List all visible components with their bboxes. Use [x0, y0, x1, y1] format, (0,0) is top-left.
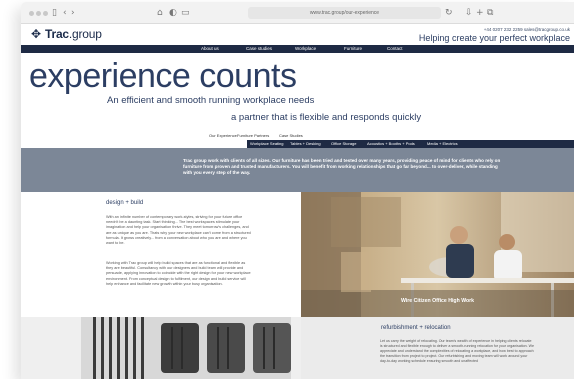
header-tagline: Helping create your perfect workplace	[418, 33, 570, 43]
site-logo[interactable]: Trac.group	[45, 27, 102, 41]
nav-workplace[interactable]: Workplace	[295, 46, 316, 52]
new-tab-icon[interactable]: +	[476, 7, 484, 19]
zoom-window-button[interactable]	[43, 11, 48, 16]
subnav-case-studies[interactable]: Case Studies	[279, 133, 303, 139]
close-window-button[interactable]	[29, 11, 34, 16]
browser-window: ▯ ‹ › ⌂ ◐ ▭ www.trac.group/our-experienc…	[21, 2, 574, 379]
hero-subtitle-1: An efficient and smooth running workplac…	[107, 95, 315, 106]
intro-band: Trac group work with clients of all size…	[21, 148, 574, 192]
refurbishment-heading: refurbishment + relocation	[381, 325, 451, 331]
design-build-section: design + build With an infinite number o…	[21, 192, 301, 317]
forward-icon[interactable]: ›	[71, 7, 75, 19]
shield-icon[interactable]: ◐	[169, 7, 177, 19]
site-header: ✥ Trac.group +44 0207 232 2259 sales@tra…	[21, 24, 574, 44]
subnav-workplace-seating[interactable]: Workplace Seating	[250, 141, 284, 147]
refresh-icon[interactable]: ↻	[445, 7, 453, 19]
browser-toolbar: ▯ ‹ › ⌂ ◐ ▭ www.trac.group/our-experienc…	[21, 2, 574, 24]
intro-text: Trac group work with clients of all size…	[183, 158, 501, 175]
nav-about-us[interactable]: About us	[201, 46, 219, 52]
subnav-acoustics-booths-pods[interactable]: Acoustics + Booths + Pods	[367, 141, 415, 147]
nav-case-studies[interactable]: Case studies	[246, 46, 272, 52]
chairs-photo-image	[21, 317, 301, 379]
main-nav: About us Case studies Workplace Furnitur…	[21, 45, 574, 53]
nav-contact[interactable]: Contact	[387, 46, 403, 52]
sidebar-icon[interactable]: ▯	[52, 7, 57, 19]
chairs-photo	[21, 317, 301, 379]
home-icon[interactable]: ⌂	[157, 7, 163, 19]
page-title: experience counts	[29, 57, 297, 95]
hero-subtitle-2: a partner that is flexible and responds …	[231, 112, 422, 123]
subnav-our-experience[interactable]: Our Experience	[209, 133, 237, 139]
logo-word: Trac	[45, 27, 69, 41]
subnav-furniture-partners[interactable]: Furniture Partners	[237, 133, 269, 139]
subnav-media-electrics[interactable]: Media + Electrics	[427, 141, 458, 147]
design-build-paragraph-1: With an infinite number of contemporary …	[106, 215, 251, 246]
photo-caption: Wire Citizen Office High Work	[401, 298, 475, 304]
design-build-heading: design + build	[106, 200, 144, 206]
design-build-paragraph-2: Working with Trac group will help build …	[106, 261, 251, 286]
refurbishment-paragraph: Let us carry the weight of relocating. O…	[380, 339, 534, 363]
back-icon[interactable]: ‹	[63, 7, 67, 19]
subnav-tables-desking[interactable]: Tables + Desking	[290, 141, 321, 147]
minimize-window-button[interactable]	[36, 11, 41, 16]
contact-info[interactable]: +44 0207 232 2259 sales@tracgroup.co.uk	[484, 27, 570, 32]
address-bar[interactable]: www.trac.group/our-experience	[248, 7, 441, 19]
logo-suffix: .group	[68, 27, 102, 41]
category-subnav: Workplace Seating Tables + Desking Offic…	[247, 140, 574, 148]
subnav-office-storage[interactable]: Office Storage	[331, 141, 357, 147]
office-photo: Wire Citizen Office High Work	[301, 192, 574, 317]
tabs-icon[interactable]: ⧉	[487, 7, 493, 19]
refurbishment-section: refurbishment + relocation Let us carry …	[301, 317, 574, 379]
download-icon[interactable]: ⇩	[465, 7, 473, 19]
nav-furniture[interactable]: Furniture	[344, 46, 362, 52]
share-icon[interactable]: ▭	[181, 7, 190, 19]
trac-logo-icon: ✥	[31, 27, 42, 41]
